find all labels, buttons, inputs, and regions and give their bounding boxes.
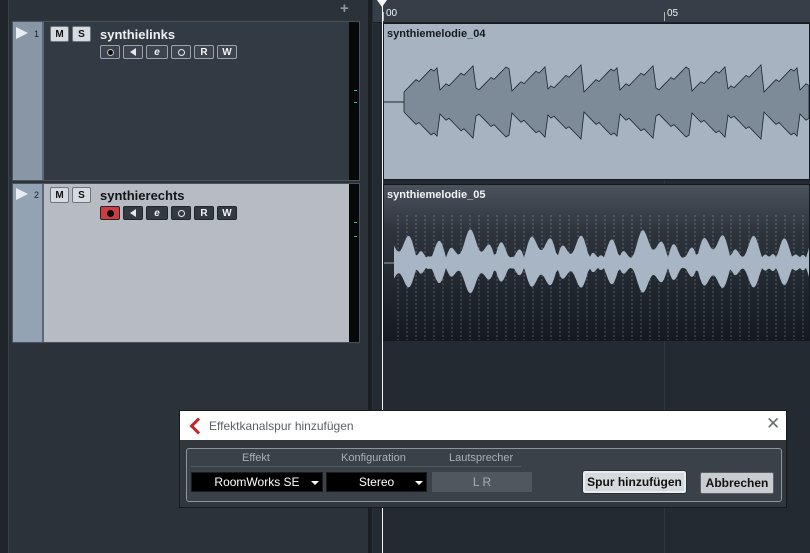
record-enable-button[interactable] (100, 206, 120, 220)
edit-in-place-button[interactable] (171, 206, 191, 220)
track-name[interactable]: synthielinks (100, 27, 175, 42)
record-enable-button[interactable] (100, 45, 120, 59)
track-list-header: + (10, 0, 368, 20)
close-icon[interactable]: ✕ (766, 414, 780, 434)
solo-button[interactable]: S (72, 26, 91, 42)
track-row-1[interactable]: 1 M S synthielinks e R W (12, 21, 360, 181)
track-number: 1 (34, 29, 40, 39)
edit-button[interactable]: e (146, 206, 168, 220)
monitor-button[interactable] (123, 45, 143, 59)
circle-icon (177, 48, 185, 56)
add-track-button[interactable]: Spur hinzufügen (582, 470, 687, 494)
cubase-logo-icon (189, 417, 207, 435)
waveform (384, 64, 809, 140)
record-dot-icon (106, 209, 114, 217)
level-meter (349, 22, 359, 180)
edit-button[interactable]: e (146, 45, 168, 59)
circle-icon (177, 209, 185, 217)
edit-in-place-button[interactable] (171, 45, 191, 59)
speaker-icon (130, 48, 136, 56)
solo-button[interactable]: S (72, 187, 91, 203)
effect-select[interactable]: RoomWorks SE (191, 472, 323, 492)
edit-icon: e (154, 207, 160, 219)
read-automation-button[interactable]: R (194, 206, 214, 220)
add-track-label: Spur hinzufügen (587, 475, 682, 489)
audio-event-2[interactable]: synthiemelodie_05 (383, 184, 810, 341)
track-flag-icon (16, 188, 28, 200)
write-automation-button[interactable]: W (217, 45, 237, 59)
add-fx-track-dialog: Effektkanalspur hinzufügen ✕ Effekt Konf… (179, 410, 787, 508)
timeline-ruler[interactable]: 00 05 (373, 0, 810, 23)
configuration-select-value: Stereo (358, 475, 395, 489)
audio-event-1[interactable]: synthiemelodie_04 (383, 23, 810, 180)
dialog-panel: Effekt Konfiguration Lautsprecher RoomWo… (186, 448, 782, 502)
track-color-strip (13, 22, 44, 180)
waveform (384, 215, 809, 340)
dialog-titlebar[interactable]: Effektkanalspur hinzufügen ✕ (180, 411, 786, 440)
read-automation-button[interactable]: R (194, 45, 214, 59)
record-dot-icon (106, 48, 114, 56)
ruler-mark: 05 (667, 8, 679, 19)
chevron-down-icon (311, 481, 319, 485)
track-color-strip (13, 184, 44, 342)
effect-select-value: RoomWorks SE (214, 475, 300, 489)
track-number: 2 (34, 190, 40, 200)
speaker-display: L R (432, 472, 532, 492)
monitor-button[interactable] (123, 206, 143, 220)
level-meter (349, 184, 359, 342)
chevron-down-icon (415, 481, 423, 485)
speaker-column-header: Lautsprecher (449, 452, 514, 464)
edit-icon: e (154, 46, 160, 58)
cancel-label: Abbrechen (705, 476, 769, 490)
mute-button[interactable]: M (50, 187, 69, 203)
track-name[interactable]: synthierechts (100, 188, 185, 203)
cancel-button[interactable]: Abbrechen (700, 472, 774, 494)
write-automation-button[interactable]: W (217, 206, 237, 220)
mute-button[interactable]: M (50, 26, 69, 42)
dialog-title: Effektkanalspur hinzufügen (209, 419, 354, 433)
configuration-select[interactable]: Stereo (326, 472, 427, 492)
track-row-2[interactable]: 2 M S synthierechts e R W (12, 183, 360, 343)
speaker-icon (130, 209, 136, 217)
track-flag-icon (16, 27, 28, 39)
inspector-rail (0, 0, 9, 553)
add-track-button[interactable]: + (340, 0, 349, 17)
effect-column-header: Effekt (242, 452, 270, 464)
ruler-mark: 00 (386, 8, 398, 19)
config-column-header: Konfiguration (341, 452, 406, 464)
